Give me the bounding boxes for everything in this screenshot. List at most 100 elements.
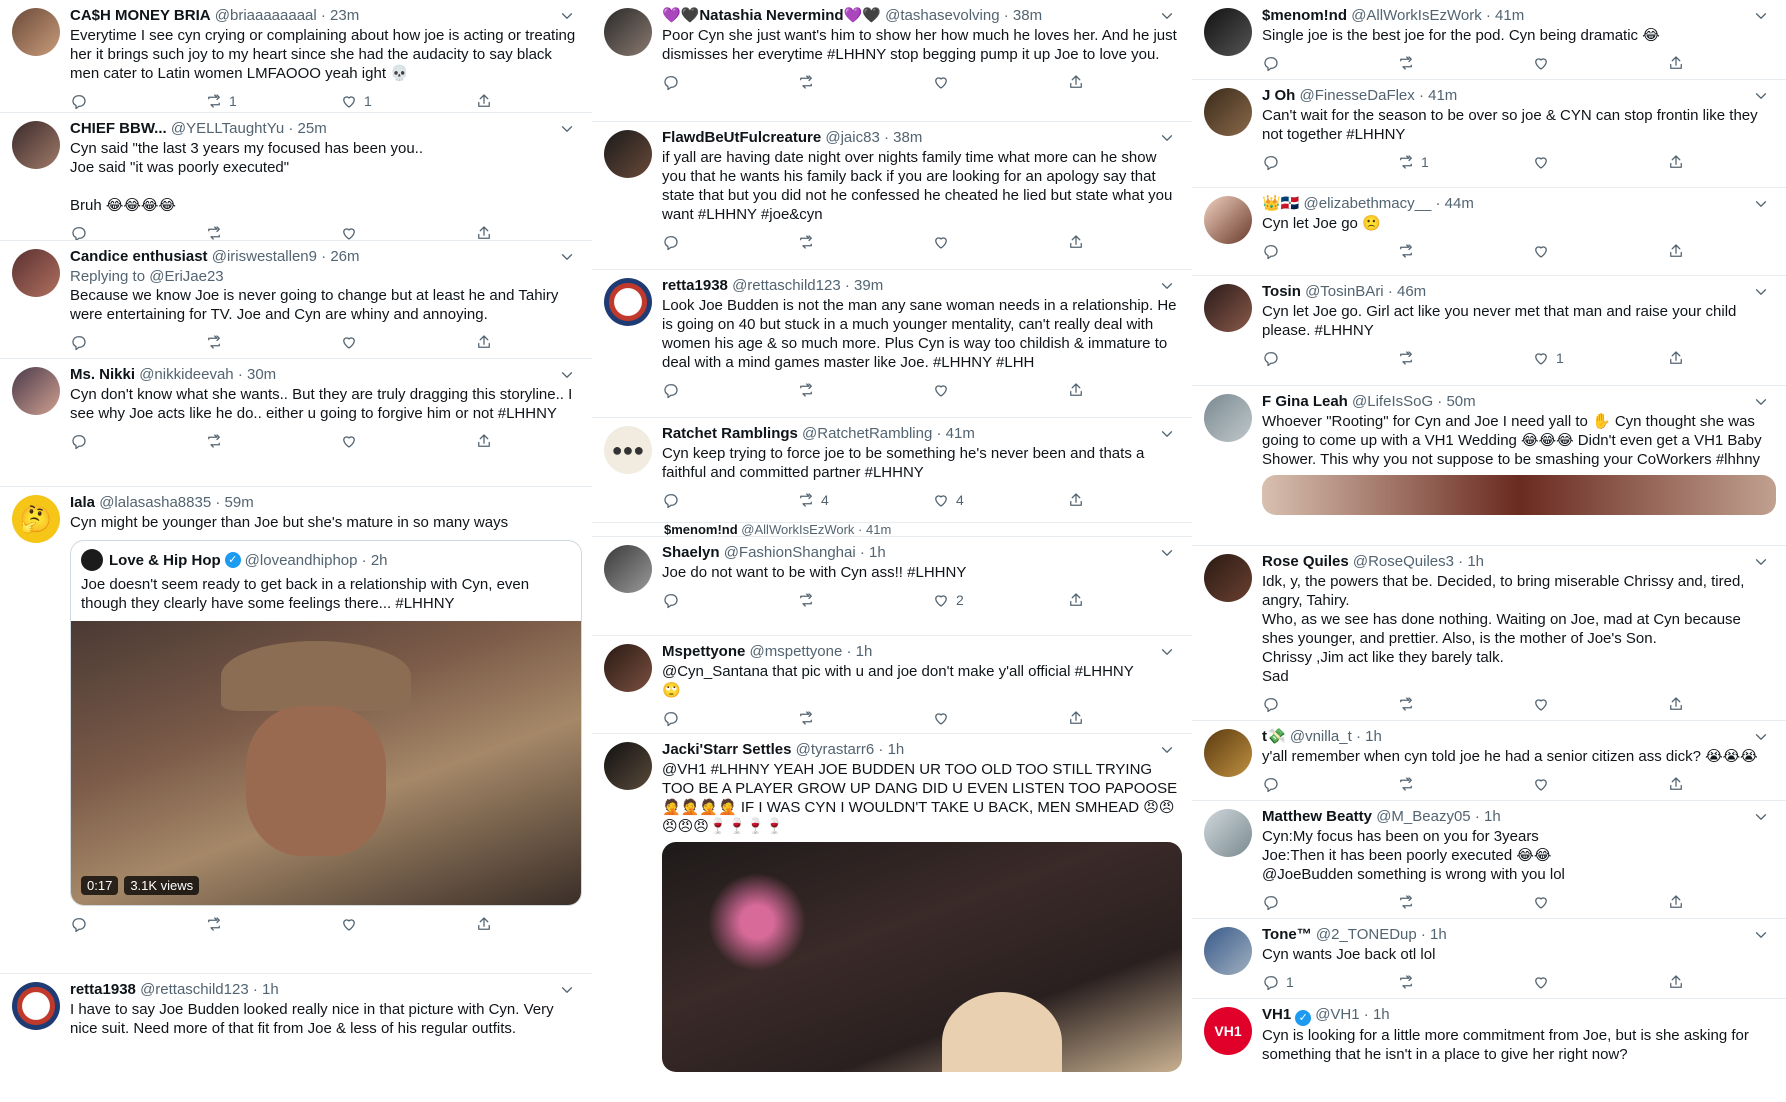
display-name[interactable]: 💜🖤Natashia Nevermind💜🖤 [662,7,881,24]
handle[interactable]: @lalasasha8835 [99,494,211,511]
retweet-button[interactable]: 1 [205,92,340,110]
display-name[interactable]: Ratchet Ramblings [662,425,798,442]
handle[interactable]: @LifeIsSoG [1352,393,1433,410]
reply-button[interactable] [70,915,205,933]
retweet-button[interactable] [205,432,340,450]
handle[interactable]: @rettaschild123 [732,277,841,294]
handle[interactable]: @AllWorkIsEzWork [1351,7,1482,24]
display-name[interactable]: Candice enthusiast [70,248,208,265]
share-button[interactable] [1667,242,1685,260]
avatar[interactable] [12,367,60,415]
tweet[interactable]: $menom!nd @AllWorkIsEzWork · 41m Single … [1192,0,1786,80]
more-menu[interactable] [1750,88,1772,104]
timestamp[interactable]: · 1h [1458,553,1484,570]
quoted-tweet[interactable]: Love & Hip Hop ✓ @loveandhiphop · 2h Joe d… [70,540,582,906]
reply-button[interactable] [70,333,205,351]
display-name[interactable]: Matthew Beatty [1262,808,1372,825]
retweet-button[interactable] [1397,973,1532,991]
share-button[interactable] [475,333,493,351]
retweet-button[interactable] [205,224,340,240]
timestamp[interactable]: · 1h [846,643,872,660]
timestamp[interactable]: · 59m [215,494,253,511]
retweet-button[interactable] [797,709,932,727]
avatar[interactable] [1204,729,1252,777]
like-button[interactable] [1532,153,1667,171]
share-button[interactable] [1667,695,1685,713]
like-button[interactable] [1532,242,1667,260]
display-name[interactable]: Rose Quiles [1262,553,1349,570]
tweet[interactable]: ●●● Ratchet Ramblings @RatchetRambling ·… [592,418,1192,523]
more-menu[interactable] [556,121,578,137]
like-button[interactable]: 1 [1532,349,1667,367]
tweet[interactable]: Tosin @TosinBAri · 46m Cyn let Joe go. G… [1192,276,1786,386]
display-name[interactable]: 👑🇩🇴 [1262,195,1299,212]
timestamp[interactable]: · 46m [1388,283,1426,300]
tweet[interactable]: Mspettyone @mspettyone · 1h @Cyn_Santana… [592,636,1192,734]
tweet[interactable]: 💜🖤Natashia Nevermind💜🖤 @tashasevolving ·… [592,0,1192,122]
tweet[interactable]: 👑🇩🇴 @elizabethmacy__ · 44m Cyn let Joe g… [1192,188,1786,276]
display-name[interactable]: F Gina Leah [1262,393,1348,410]
tweet-image[interactable] [662,842,1182,1072]
like-button[interactable]: 2 [932,591,1067,609]
avatar[interactable] [12,8,60,56]
display-name[interactable]: VH1 [1262,1006,1291,1023]
handle[interactable]: @mspettyone [750,643,843,660]
retweet-button[interactable] [797,381,932,399]
tweet[interactable]: F Gina Leah @LifeIsSoG · 50m Whoever "Ro… [1192,386,1786,546]
tweet-clipped[interactable]: $menom!nd @AllWorkIsEzWork · 41m [592,523,1192,537]
display-name[interactable]: Mspettyone [662,643,745,660]
like-button[interactable] [932,233,1067,251]
more-menu[interactable] [1750,196,1772,212]
like-button[interactable] [340,432,475,450]
timestamp[interactable]: · 23m [321,7,359,24]
reply-button[interactable] [1262,153,1397,171]
handle[interactable]: @FinesseDaFlex [1300,87,1415,104]
tweet[interactable]: Candice enthusiast @iriswestallen9 · 26m… [0,241,592,359]
share-button[interactable] [475,224,493,240]
timestamp[interactable]: · 44m [1436,195,1474,212]
reply-button[interactable] [662,709,797,727]
like-button[interactable] [1532,893,1667,911]
retweet-button[interactable] [1397,54,1532,72]
handle[interactable]: @elizabethmacy__ [1304,195,1432,212]
handle[interactable]: @jaic83 [825,129,879,146]
display-name[interactable]: retta1938 [662,277,728,294]
like-button[interactable] [340,915,475,933]
tweet[interactable]: VH1 VH1 ✓ @VH1 · 1h Cyn is looking for a l… [1192,999,1786,1102]
timestamp[interactable]: · 1h [1475,808,1501,825]
handle[interactable]: @AllWorkIsEzWork [741,523,854,536]
avatar[interactable]: 🤔 [12,495,60,543]
share-button[interactable] [1067,381,1085,399]
reply-button[interactable] [1262,695,1397,713]
avatar[interactable] [1204,927,1252,975]
display-name[interactable]: Tosin [1262,283,1301,300]
avatar[interactable] [604,278,652,326]
timestamp[interactable]: · 1h [1356,728,1382,745]
handle[interactable]: @2_TONEDup [1316,926,1417,943]
handle[interactable]: @tashasevolving [885,7,999,24]
reply-button[interactable] [1262,54,1397,72]
handle[interactable]: @briaaaaaaaal [215,7,317,24]
retweet-button[interactable] [797,591,932,609]
display-name[interactable]: Iala [70,494,95,511]
tweet[interactable]: Shaelyn @FashionShanghai · 1h Joe do not… [592,537,1192,636]
more-menu[interactable] [1750,394,1772,410]
timestamp[interactable]: · 41m [858,523,891,536]
share-button[interactable] [475,915,493,933]
share-button[interactable] [1067,591,1085,609]
display-name[interactable]: Shaelyn [662,544,720,561]
display-name[interactable]: $menom!nd [664,523,738,536]
share-button[interactable] [1067,709,1085,727]
like-button[interactable] [1532,695,1667,713]
timestamp[interactable]: · 1h [253,981,279,998]
display-name[interactable]: CA$H MONEY BRIA [70,7,211,24]
timestamp[interactable]: · 30m [238,366,276,383]
tweet[interactable]: J Oh @FinesseDaFlex · 41m Can't wait for… [1192,80,1786,188]
share-button[interactable] [475,92,493,110]
timestamp[interactable]: · 1h [878,741,904,758]
tweet[interactable]: FlawdBeUtFulcreature @jaic83 · 38m if ya… [592,122,1192,270]
handle[interactable]: @vnilla_t [1290,728,1352,745]
more-menu[interactable] [1156,8,1178,24]
like-button[interactable] [1532,775,1667,793]
like-button[interactable] [1532,54,1667,72]
